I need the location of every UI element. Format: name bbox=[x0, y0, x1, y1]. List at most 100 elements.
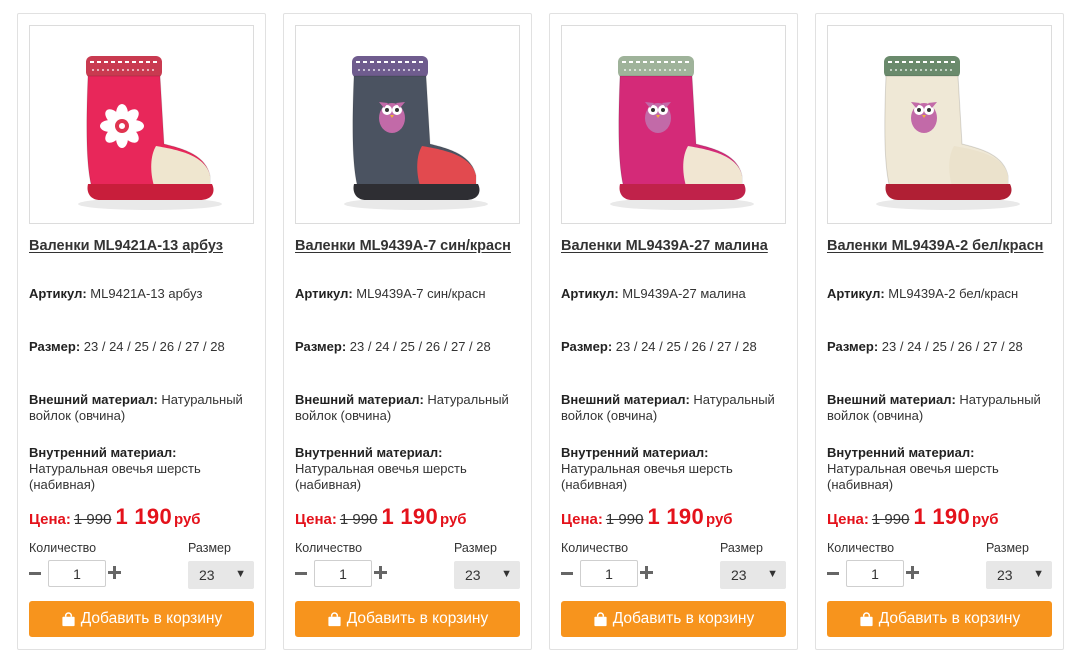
article-value: ML9439A-2 бел/красн bbox=[888, 286, 1019, 301]
currency: руб bbox=[440, 511, 467, 528]
shopping-bag-icon bbox=[594, 611, 607, 626]
inner-material-row: Внутренний материал: Натуральная овечья … bbox=[29, 445, 257, 493]
add-to-cart-button[interactable]: Добавить в корзину bbox=[827, 601, 1052, 637]
add-to-cart-label: Добавить в корзину bbox=[612, 610, 755, 627]
quantity-label: Количество bbox=[29, 541, 97, 555]
price-row: Цена: 1 990 1 190 руб bbox=[561, 504, 733, 530]
size-label: Размер: bbox=[561, 339, 613, 354]
size-select-label: Размер bbox=[720, 541, 763, 555]
size-select[interactable]: 23 ▼ bbox=[720, 561, 786, 589]
outer-material-label: Внешний материал: bbox=[29, 392, 158, 407]
selected-size: 23 bbox=[465, 567, 481, 583]
new-price: 1 190 bbox=[381, 504, 438, 529]
size-value: 23 / 24 / 25 / 26 / 27 / 28 bbox=[83, 339, 225, 354]
inner-material-value: Натуральная овечья шерсть (набивная) bbox=[561, 461, 733, 492]
product-card: Валенки ML9439A-7 син/красн Артикул: ML9… bbox=[283, 13, 532, 650]
owl-applique-icon bbox=[911, 102, 937, 133]
size-row: Размер: 23 / 24 / 25 / 26 / 27 / 28 bbox=[561, 339, 789, 355]
product-title-link[interactable]: Валенки ML9439A-2 бел/красн bbox=[827, 236, 1052, 278]
currency: руб bbox=[972, 511, 999, 528]
inner-material-row: Внутренний материал: Натуральная овечья … bbox=[827, 445, 1055, 493]
article-label: Артикул: bbox=[561, 286, 619, 301]
article-value: ML9439A-27 малина bbox=[622, 286, 746, 301]
quantity-input[interactable] bbox=[314, 560, 372, 587]
outer-material-label: Внешний материал: bbox=[561, 392, 690, 407]
boot-illustration bbox=[344, 56, 488, 210]
inner-material-value: Натуральная овечья шерсть (набивная) bbox=[29, 461, 201, 492]
increase-quantity-button[interactable] bbox=[906, 566, 920, 580]
size-select-label: Размер bbox=[188, 541, 231, 555]
article-row: Артикул: ML9439A-27 малина bbox=[561, 286, 789, 302]
quantity-input[interactable] bbox=[580, 560, 638, 587]
quantity-input[interactable] bbox=[846, 560, 904, 587]
price-label: Цена: bbox=[561, 511, 603, 528]
selected-size: 23 bbox=[997, 567, 1013, 583]
add-to-cart-button[interactable]: Добавить в корзину bbox=[295, 601, 520, 637]
size-value: 23 / 24 / 25 / 26 / 27 / 28 bbox=[615, 339, 757, 354]
new-price: 1 190 bbox=[913, 504, 970, 529]
selected-size: 23 bbox=[731, 567, 747, 583]
increase-quantity-button[interactable] bbox=[374, 566, 388, 580]
article-row: Артикул: ML9439A-7 син/красн bbox=[295, 286, 523, 302]
add-to-cart-button[interactable]: Добавить в корзину bbox=[29, 601, 254, 637]
size-label: Размер: bbox=[295, 339, 347, 354]
increase-quantity-button[interactable] bbox=[108, 566, 122, 580]
inner-material-label: Внутренний материал: bbox=[29, 445, 177, 460]
new-price: 1 190 bbox=[647, 504, 704, 529]
size-select[interactable]: 23 ▼ bbox=[188, 561, 254, 589]
size-row: Размер: 23 / 24 / 25 / 26 / 27 / 28 bbox=[295, 339, 523, 355]
product-image[interactable] bbox=[29, 25, 254, 224]
dropdown-arrow-icon: ▼ bbox=[501, 568, 512, 580]
inner-material-value: Натуральная овечья шерсть (набивная) bbox=[827, 461, 999, 492]
old-price: 1 990 bbox=[73, 511, 112, 528]
product-image[interactable] bbox=[295, 25, 520, 224]
size-select-label: Размер bbox=[454, 541, 497, 555]
decrease-quantity-button[interactable] bbox=[295, 571, 307, 575]
price-row: Цена: 1 990 1 190 руб bbox=[295, 504, 467, 530]
owl-applique-icon bbox=[379, 102, 405, 133]
size-label: Размер: bbox=[29, 339, 81, 354]
add-to-cart-label: Добавить в корзину bbox=[346, 610, 489, 627]
size-select[interactable]: 23 ▼ bbox=[454, 561, 520, 589]
price-label: Цена: bbox=[29, 511, 71, 528]
add-to-cart-button[interactable]: Добавить в корзину bbox=[561, 601, 786, 637]
shopping-bag-icon bbox=[62, 611, 75, 626]
boot-illustration bbox=[78, 56, 222, 210]
add-to-cart-label: Добавить в корзину bbox=[878, 610, 1021, 627]
inner-material-label: Внутренний материал: bbox=[295, 445, 443, 460]
shopping-bag-icon bbox=[328, 611, 341, 626]
product-card: Валенки ML9439A-27 малина Артикул: ML943… bbox=[549, 13, 798, 650]
inner-material-label: Внутренний материал: bbox=[561, 445, 709, 460]
old-price: 1 990 bbox=[871, 511, 910, 528]
boot-illustration bbox=[876, 56, 1020, 210]
size-value: 23 / 24 / 25 / 26 / 27 / 28 bbox=[349, 339, 491, 354]
outer-material-row: Внешний материал: Натуральный войлок (ов… bbox=[827, 392, 1055, 424]
size-select[interactable]: 23 ▼ bbox=[986, 561, 1052, 589]
product-title-link[interactable]: Валенки ML9439A-7 син/красн bbox=[295, 236, 520, 278]
product-card: Валенки ML9439A-2 бел/красн Артикул: ML9… bbox=[815, 13, 1064, 650]
product-image[interactable] bbox=[827, 25, 1052, 224]
product-image[interactable] bbox=[561, 25, 786, 224]
quantity-label: Количество bbox=[561, 541, 629, 555]
dropdown-arrow-icon: ▼ bbox=[1033, 568, 1044, 580]
decrease-quantity-button[interactable] bbox=[561, 571, 573, 575]
article-label: Артикул: bbox=[827, 286, 885, 301]
article-value: ML9439A-7 син/красн bbox=[356, 286, 486, 301]
quantity-input[interactable] bbox=[48, 560, 106, 587]
product-grid: Валенки ML9421A-13 арбуз Артикул: ML9421… bbox=[17, 13, 1065, 650]
dropdown-arrow-icon: ▼ bbox=[235, 568, 246, 580]
product-title-link[interactable]: Валенки ML9439A-27 малина bbox=[561, 236, 786, 278]
dropdown-arrow-icon: ▼ bbox=[767, 568, 778, 580]
old-price: 1 990 bbox=[605, 511, 644, 528]
product-title-link[interactable]: Валенки ML9421A-13 арбуз bbox=[29, 236, 254, 278]
inner-material-value: Натуральная овечья шерсть (набивная) bbox=[295, 461, 467, 492]
add-to-cart-label: Добавить в корзину bbox=[80, 610, 223, 627]
boot-illustration bbox=[610, 56, 754, 210]
decrease-quantity-button[interactable] bbox=[827, 571, 839, 575]
outer-material-label: Внешний материал: bbox=[295, 392, 424, 407]
selected-size: 23 bbox=[199, 567, 215, 583]
increase-quantity-button[interactable] bbox=[640, 566, 654, 580]
decrease-quantity-button[interactable] bbox=[29, 571, 41, 575]
inner-material-row: Внутренний материал: Натуральная овечья … bbox=[561, 445, 789, 493]
size-row: Размер: 23 / 24 / 25 / 26 / 27 / 28 bbox=[29, 339, 257, 355]
